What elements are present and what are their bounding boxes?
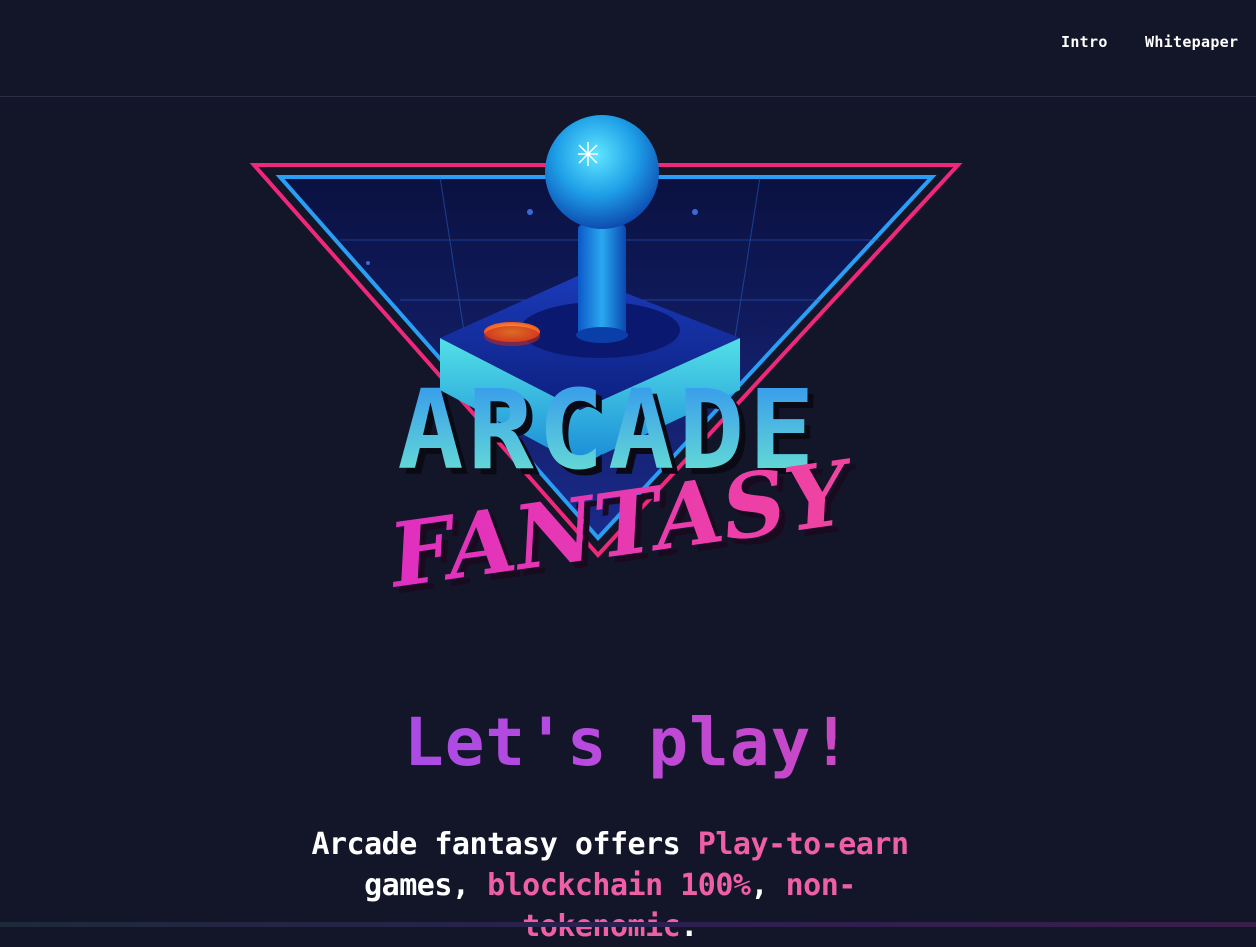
nav-link-intro[interactable]: Intro: [1061, 33, 1108, 51]
tagline-highlight-blockchain: blockchain 100%: [487, 868, 750, 903]
tagline-text-1: Arcade fantasy offers: [311, 827, 697, 862]
tagline-text-2: games,: [364, 868, 487, 903]
nav-link-whitepaper[interactable]: Whitepaper: [1145, 33, 1238, 51]
joystick-stick: [578, 225, 626, 335]
bottom-divider: [0, 922, 1256, 927]
tagline-highlight-play-to-earn: Play-to-earn: [698, 827, 909, 862]
hero-tagline: Arcade fantasy offers Play-to-earn games…: [310, 824, 910, 947]
hero-headline: Let's play!: [0, 704, 1256, 781]
joystick-ball: [545, 115, 659, 229]
arcade-fantasy-logo: ARCADE ARCADE FANTASY FANTASY: [240, 110, 980, 620]
tagline-text-3: ,: [751, 868, 786, 903]
site-header: Intro Whitepaper: [0, 0, 1256, 97]
